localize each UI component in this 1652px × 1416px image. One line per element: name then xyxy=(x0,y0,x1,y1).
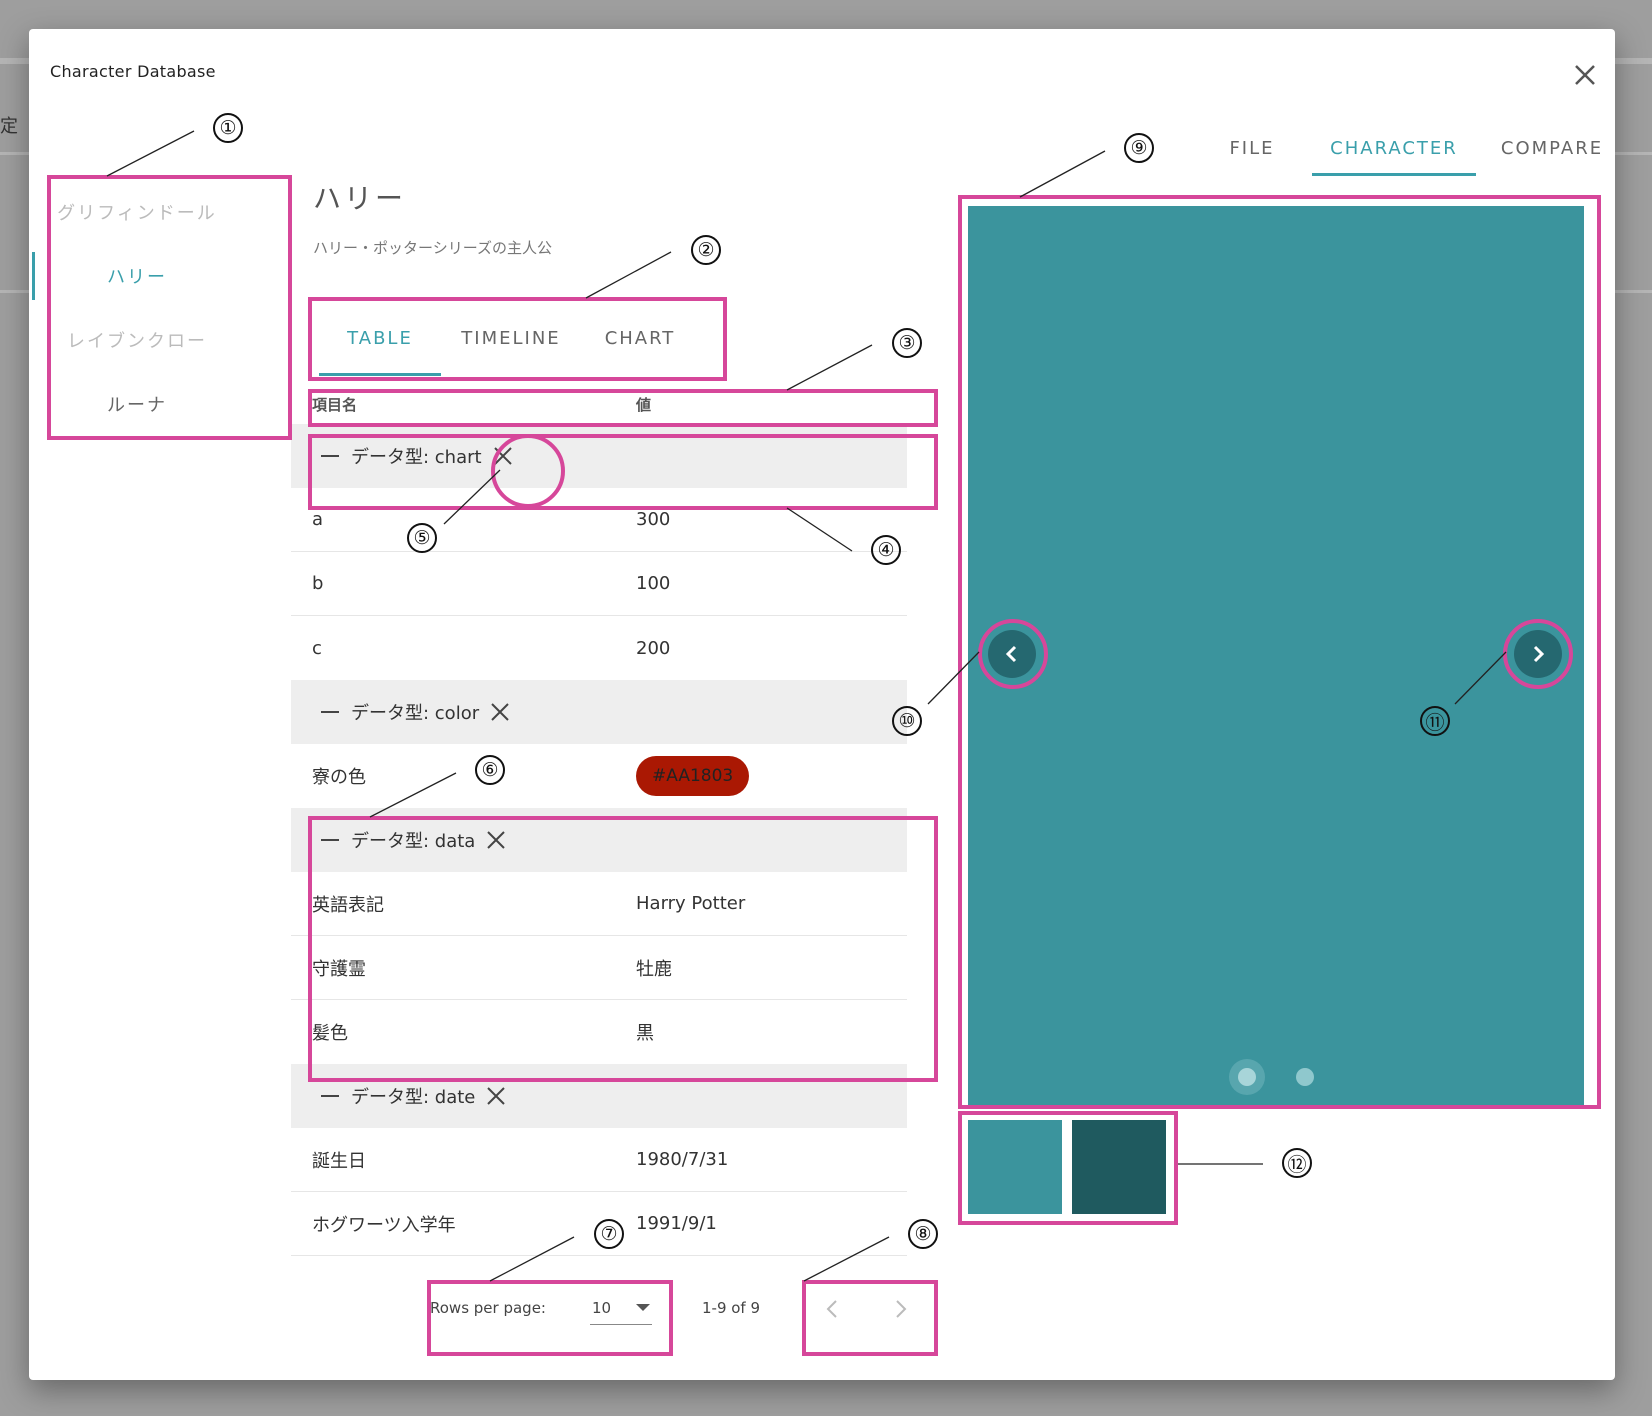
thumbnail-2[interactable] xyxy=(1072,1120,1166,1214)
house-character-list: グリフィンドール ハリー レイブンクロー ルーナ xyxy=(29,180,245,436)
annotation-number-3: ③ xyxy=(892,328,922,358)
remove-group-icon[interactable] xyxy=(489,701,511,723)
rows-per-page-select[interactable]: 10 xyxy=(589,1291,652,1325)
tab-timeline[interactable]: TIMELINE xyxy=(441,300,581,376)
nav-item-label: グリフィンドール xyxy=(57,203,217,224)
row-value: 牡鹿 xyxy=(636,958,672,980)
character-name: ハリー xyxy=(313,182,407,215)
row-value: 黒 xyxy=(636,1023,654,1044)
remove-group-icon[interactable] xyxy=(485,829,507,851)
table-pagination: Rows per page: 10 1-9 of 9 xyxy=(430,1283,760,1333)
group-header-date[interactable]: データ型: date xyxy=(291,1064,907,1128)
character-data-table: 項目名 値 データ型: chart a 300 b 100 c 200 データ型: c… xyxy=(291,384,907,1256)
row-key: 英語表記 xyxy=(312,894,384,916)
annotation-number-6: ⑥ xyxy=(475,755,505,785)
carousel-next-button[interactable] xyxy=(1514,630,1562,678)
chevron-right-icon xyxy=(1533,645,1545,663)
group-label: データ型: data xyxy=(351,831,476,852)
table-row: 守護霊 牡鹿 xyxy=(291,936,907,1000)
previous-page-button[interactable] xyxy=(822,1298,844,1320)
carousel-dots xyxy=(968,1068,1584,1086)
row-key: 誕生日 xyxy=(312,1150,366,1172)
nav-item-label: ルーナ xyxy=(107,395,167,416)
tab-table[interactable]: TABLE xyxy=(319,300,441,376)
nav-item-luna[interactable]: ルーナ xyxy=(29,372,245,436)
carousel-dot-1[interactable] xyxy=(1238,1068,1256,1086)
group-header-data[interactable]: データ型: data xyxy=(291,808,907,872)
table-row: b 100 xyxy=(291,552,907,616)
collapse-icon[interactable] xyxy=(321,1095,339,1097)
row-key: b xyxy=(312,573,324,594)
annotation-number-12: ⑫ xyxy=(1282,1148,1312,1178)
tab-chart[interactable]: CHART xyxy=(581,300,699,376)
annotation-number-4: ④ xyxy=(871,535,901,565)
nav-item-gryffindor[interactable]: グリフィンドール xyxy=(29,180,245,244)
row-key: 守護霊 xyxy=(312,958,366,980)
row-value: Harry Potter xyxy=(636,893,746,914)
group-label: データ型: color xyxy=(351,703,480,724)
nav-item-label: レイブンクロー xyxy=(67,331,207,352)
rows-per-page-label: Rows per page: xyxy=(430,1299,546,1317)
caret-down-icon xyxy=(635,1304,650,1311)
page-range: 1-9 of 9 xyxy=(701,1299,761,1317)
dialog-title: Character Database xyxy=(50,62,216,81)
image-carousel[interactable] xyxy=(968,206,1584,1106)
thumbnail-1[interactable] xyxy=(968,1120,1062,1214)
carousel-prev-button[interactable] xyxy=(988,630,1036,678)
collapse-icon[interactable] xyxy=(321,839,339,841)
tab-character[interactable]: CHARACTER xyxy=(1312,120,1476,176)
color-chip: #AA1803 xyxy=(636,756,750,796)
next-page-button[interactable] xyxy=(889,1298,911,1320)
group-header-color[interactable]: データ型: color xyxy=(291,680,907,744)
annotation-number-7: ⑦ xyxy=(594,1219,624,1249)
row-value-cell: #AA1803 xyxy=(636,756,907,796)
remove-group-icon[interactable] xyxy=(492,445,514,467)
collapse-icon[interactable] xyxy=(321,455,339,457)
collapse-icon[interactable] xyxy=(321,711,339,713)
annotation-number-10: ⑩ xyxy=(892,706,922,736)
remove-group-icon[interactable] xyxy=(485,1085,507,1107)
header-value: 値 xyxy=(636,395,652,414)
tab-file[interactable]: FILE xyxy=(1212,120,1292,176)
row-value: 200 xyxy=(636,637,671,659)
tab-compare[interactable]: COMPARE xyxy=(1490,120,1614,176)
backdrop-partial-text: 定 xyxy=(0,116,18,137)
annotation-number-11: ⑪ xyxy=(1420,706,1450,736)
nav-item-ravenclaw[interactable]: レイブンクロー xyxy=(29,308,245,372)
row-value: 1980/7/31 xyxy=(636,1149,729,1170)
annotation-number-8: ⑧ xyxy=(908,1219,938,1249)
row-key: c xyxy=(312,637,322,659)
nav-item-harry[interactable]: ハリー xyxy=(29,244,245,308)
table-row: a 300 xyxy=(291,488,907,552)
row-value: 1991/9/1 xyxy=(636,1213,717,1234)
close-button[interactable] xyxy=(1565,55,1605,95)
rows-per-page-value: 10 xyxy=(591,1298,612,1317)
row-value: 300 xyxy=(636,509,671,530)
table-row: 誕生日 1980/7/31 xyxy=(291,1128,907,1192)
annotation-number-9: ⑨ xyxy=(1124,133,1154,163)
close-icon xyxy=(1575,65,1595,85)
row-key: a xyxy=(312,509,324,530)
table-header: 項目名 値 xyxy=(291,384,907,424)
table-row: 英語表記 Harry Potter xyxy=(291,872,907,936)
chevron-left-icon xyxy=(1005,645,1017,663)
annotation-number-1: ① xyxy=(213,113,243,143)
character-description: ハリー・ポッターシリーズの主人公 xyxy=(313,239,552,257)
view-tabs: TABLE TIMELINE CHART xyxy=(290,300,699,376)
table-row: 髪色 黒 xyxy=(291,1000,907,1064)
group-label: データ型: chart xyxy=(351,447,482,468)
nav-item-label: ハリー xyxy=(107,267,167,288)
carousel-dot-2[interactable] xyxy=(1296,1068,1314,1086)
group-label: データ型: date xyxy=(351,1087,476,1108)
annotation-number-2: ② xyxy=(691,235,721,265)
row-key: 髪色 xyxy=(312,1023,348,1044)
row-value: 100 xyxy=(636,573,671,594)
header-key: 項目名 xyxy=(312,395,358,414)
group-header-chart[interactable]: データ型: chart xyxy=(291,424,907,488)
row-key: 寮の色 xyxy=(312,767,366,788)
table-row: 寮の色 #AA1803 xyxy=(291,744,907,808)
annotation-number-5: ⑤ xyxy=(407,523,437,553)
table-row: c 200 xyxy=(291,616,907,680)
row-key: ホグワーツ入学年 xyxy=(312,1214,456,1236)
